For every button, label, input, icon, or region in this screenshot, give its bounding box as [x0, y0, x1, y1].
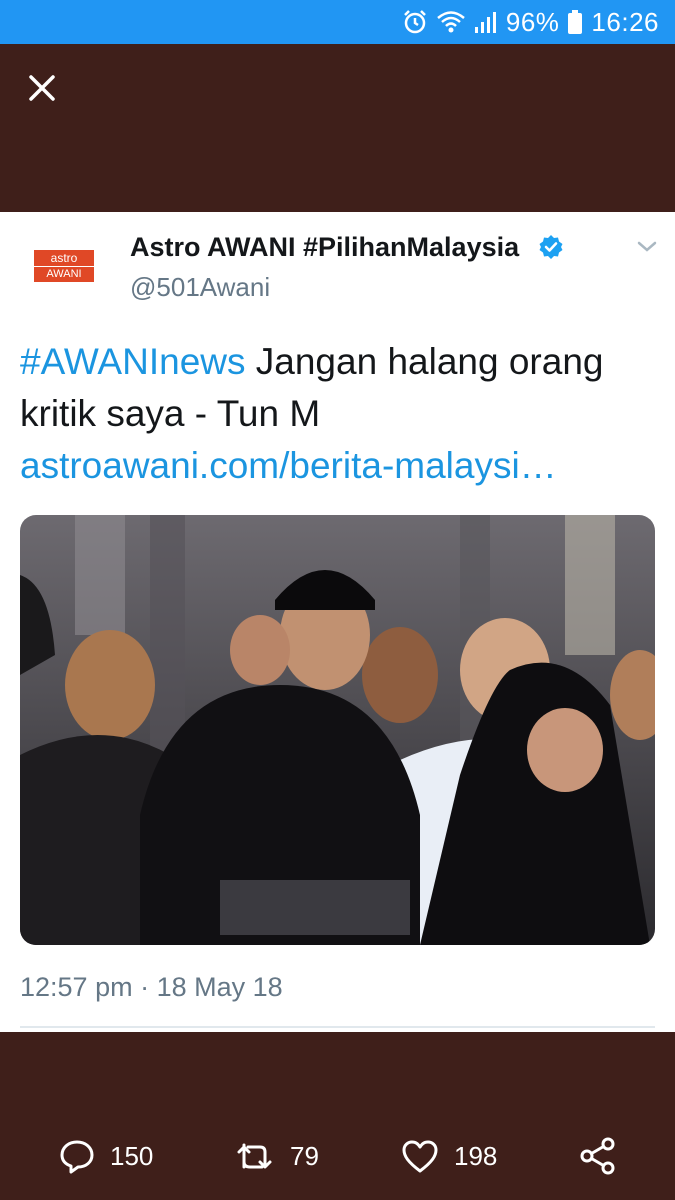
- heart-icon: [402, 1140, 438, 1173]
- divider: [20, 1026, 655, 1028]
- tweet-card: astro AWANI Astro AWANI #PilihanMalaysia…: [0, 212, 675, 1032]
- tweet-action-bar: 150 79 198: [0, 1128, 675, 1184]
- reply-icon: [60, 1140, 94, 1174]
- retweet-button[interactable]: 79: [234, 1128, 319, 1184]
- close-icon: [29, 75, 55, 101]
- retweet-icon: [237, 1143, 272, 1169]
- close-button[interactable]: [22, 68, 62, 108]
- display-name[interactable]: Astro AWANI #PilihanMalaysia: [130, 232, 519, 263]
- avatar-logo-line1: astro: [34, 250, 94, 266]
- share-button[interactable]: [578, 1128, 618, 1184]
- tweet-photo[interactable]: [20, 515, 655, 945]
- reply-count: 150: [110, 1140, 154, 1171]
- clock: 16:26: [591, 6, 659, 37]
- status-bar: 96% 16:26: [0, 0, 675, 44]
- retweet-count: 79: [290, 1140, 319, 1171]
- share-icon: [580, 1137, 615, 1175]
- signal-icon: [474, 9, 498, 35]
- reply-button[interactable]: 150: [58, 1128, 153, 1184]
- media-viewer-header: [0, 44, 675, 212]
- alarm-icon: [402, 9, 428, 35]
- tweet-text: #AWANInews Jangan halang orang kritik sa…: [20, 336, 660, 492]
- avatar[interactable]: astro AWANI: [34, 250, 94, 292]
- battery-percentage: 96%: [505, 6, 560, 37]
- hashtag-link[interactable]: #AWANInews: [20, 341, 246, 382]
- wifi-icon: [436, 9, 466, 35]
- tweet-timestamp: 12:57 pm · 18 May 18: [20, 972, 283, 1002]
- battery-icon: [567, 9, 583, 35]
- verified-badge-icon: [538, 234, 564, 260]
- user-handle[interactable]: @501Awani: [130, 272, 270, 303]
- chevron-down-icon[interactable]: [634, 236, 660, 256]
- avatar-logo-line2: AWANI: [34, 267, 94, 282]
- article-link[interactable]: astroawani.com/berita-malaysi…: [20, 445, 557, 486]
- like-count: 198: [454, 1140, 498, 1171]
- like-button[interactable]: 198: [400, 1128, 497, 1184]
